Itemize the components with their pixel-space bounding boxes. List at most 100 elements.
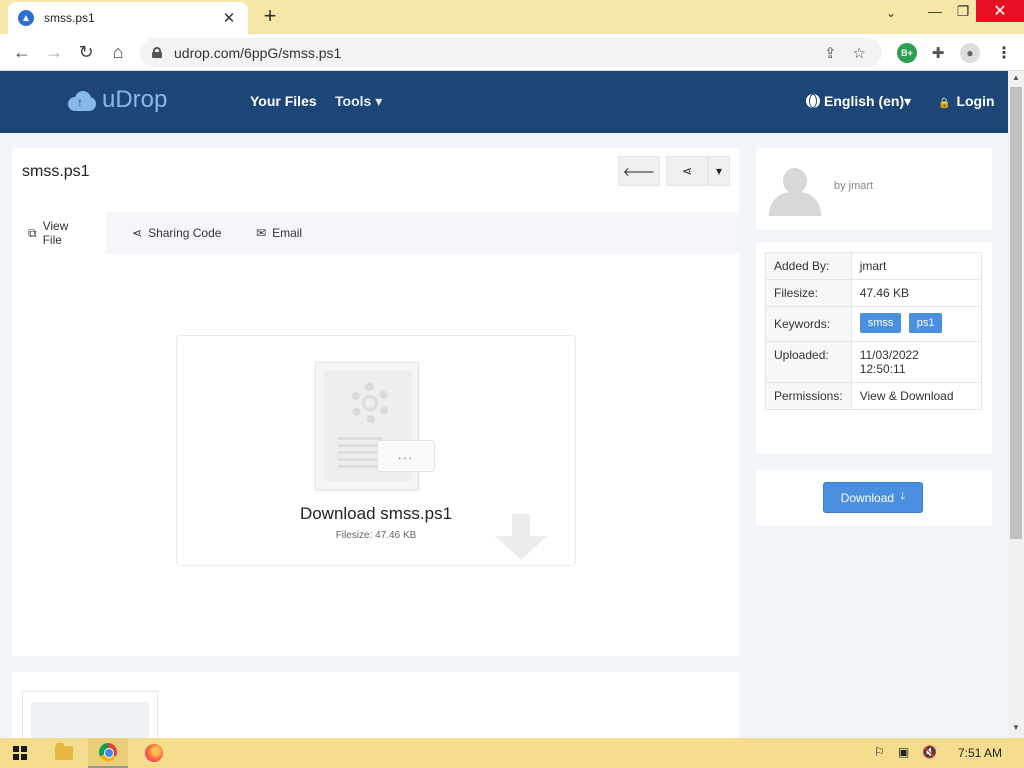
- caret-down-icon: ▾: [375, 93, 383, 109]
- keyword-tag[interactable]: ps1: [908, 313, 943, 333]
- nav-tools[interactable]: Tools ▾: [335, 93, 382, 110]
- udrop-favicon-icon: ▲: [18, 10, 34, 26]
- download-card: Download 🡓: [756, 470, 992, 526]
- uploaded-date: 11/03/2022: [859, 348, 919, 362]
- info-value: jmart: [850, 252, 983, 280]
- extension-badge-icon[interactable]: B+: [897, 43, 917, 63]
- profile-avatar-icon[interactable]: ●: [960, 43, 980, 63]
- info-label: Uploaded:: [765, 341, 852, 383]
- bookmark-star-icon[interactable]: ☆: [853, 44, 866, 62]
- folder-icon: [55, 743, 73, 760]
- info-value: 47.46 KB: [850, 279, 983, 307]
- page-scrollbar[interactable]: ▲ ▼: [1008, 71, 1024, 738]
- tab-label: Sharing Code: [148, 226, 222, 240]
- nav-tools-label: Tools: [335, 93, 372, 109]
- download-button[interactable]: Download 🡓: [823, 482, 923, 513]
- window-close-button[interactable]: ✕: [976, 0, 1024, 22]
- logo-text: uDrop: [102, 86, 168, 113]
- nav-language[interactable]: English (en)▾: [806, 93, 911, 110]
- uploader-card: by jmart: [756, 148, 992, 230]
- share-dropdown-button[interactable]: ▾: [708, 156, 730, 186]
- scroll-up-icon[interactable]: ▲: [1012, 73, 1020, 82]
- restore-button[interactable]: ❐: [950, 0, 976, 22]
- tab-title: smss.ps1: [44, 11, 95, 25]
- info-label: Keywords:: [765, 306, 852, 342]
- info-label: Added By:: [765, 252, 852, 280]
- flag-icon[interactable]: ⚐: [874, 745, 885, 759]
- share-icon: ⋖: [681, 164, 693, 178]
- tab-sharing-code[interactable]: ⋖ Sharing Code: [116, 212, 237, 254]
- info-keywords: smss ps1: [850, 306, 983, 342]
- file-card: smss.ps1 🡐 ⋖ ▾ ⧉ View File ⋖ Sharing Cod…: [12, 148, 739, 656]
- close-tab-icon[interactable]: ✕: [220, 9, 238, 27]
- start-button[interactable]: [0, 738, 40, 768]
- nav-login[interactable]: 🔒 Login: [938, 93, 995, 109]
- keyword-tag[interactable]: smss: [859, 313, 902, 333]
- minimize-button[interactable]: —: [920, 0, 950, 22]
- share-button[interactable]: ⋖: [666, 156, 708, 186]
- caret-down-icon: ▾: [904, 93, 912, 109]
- url-text[interactable]: udrop.com/6ppG/smss.ps1: [174, 45, 824, 61]
- firefox-icon: [145, 744, 163, 762]
- tab-search-chevron-icon[interactable]: ⌄: [886, 6, 896, 20]
- taskbar-chrome[interactable]: [88, 738, 128, 768]
- info-value: 11/03/2022 12:50:11: [850, 341, 983, 383]
- tab-email[interactable]: ✉ Email: [240, 212, 318, 254]
- tab-label: View File: [42, 219, 69, 247]
- arrow-left-icon: 🡐: [622, 164, 656, 179]
- file-tabs: ⧉ View File ⋖ Sharing Code ✉ Email: [12, 212, 739, 254]
- back-arrow-icon[interactable]: ←: [10, 40, 34, 64]
- home-icon[interactable]: ⌂: [106, 40, 130, 64]
- download-label: Download: [840, 490, 895, 505]
- file-title-bar: smss.ps1 🡐 ⋖ ▾: [12, 148, 739, 196]
- share-icon: ⋖: [132, 226, 143, 240]
- info-label: Filesize:: [765, 279, 852, 307]
- back-button[interactable]: 🡐: [618, 156, 660, 186]
- file-info-table: Added By: jmart Filesize: 47.46 KB Keywo…: [765, 252, 983, 410]
- menu-kebab-icon[interactable]: ⋮: [994, 43, 1014, 63]
- taskbar-firefox[interactable]: [134, 738, 174, 768]
- chrome-icon: [99, 743, 117, 761]
- lock-icon[interactable]: [152, 47, 162, 58]
- table-row: Filesize: 47.46 KB: [765, 279, 983, 307]
- related-files-card: [12, 672, 739, 752]
- browser-tabstrip: ▲ smss.ps1 ✕ + ⌄ — ❐ ✕: [0, 0, 1024, 34]
- download-preview-box[interactable]: ... Download smss.ps1 Filesize: 47.46 KB: [176, 335, 576, 566]
- cloud-upload-icon: ↑: [68, 89, 96, 111]
- preview-icon: ⧉: [28, 225, 37, 240]
- address-bar[interactable]: udrop.com/6ppG/smss.ps1 ⇪ ☆: [140, 38, 882, 67]
- udrop-logo[interactable]: ↑ uDrop: [68, 86, 167, 114]
- volume-muted-icon[interactable]: 🔇: [922, 745, 937, 759]
- network-icon[interactable]: ▣: [898, 745, 909, 759]
- nav-your-files[interactable]: Your Files: [250, 93, 317, 109]
- taskbar-file-explorer[interactable]: [44, 738, 84, 768]
- gear-icon: [350, 383, 390, 423]
- taskbar-clock[interactable]: 7:51 AM: [958, 746, 1002, 760]
- new-tab-button[interactable]: +: [258, 4, 282, 28]
- scroll-down-icon[interactable]: ▼: [1012, 723, 1020, 732]
- site-header: ↑ uDrop Your Files Tools ▾ English (en)▾…: [0, 71, 1008, 133]
- windows-taskbar: ⚐ ▣ 🔇 7:51 AM: [0, 738, 1024, 768]
- lock-icon: 🔒: [938, 98, 951, 109]
- browser-toolbar: ← → ↻ ⌂ udrop.com/6ppG/smss.ps1 ⇪ ☆ B+ ✚…: [0, 34, 1024, 71]
- envelope-icon: ✉: [256, 226, 267, 240]
- download-arrow-icon: 🡓: [900, 491, 906, 502]
- caret-down-icon: ▾: [715, 164, 723, 178]
- uploader-name[interactable]: by jmart: [834, 180, 873, 192]
- share-page-icon[interactable]: ⇪: [824, 44, 837, 62]
- forward-arrow-icon[interactable]: →: [42, 40, 66, 64]
- windows-logo-icon: [13, 746, 27, 760]
- ellipsis-icon: ...: [377, 440, 435, 472]
- info-label: Permissions:: [765, 382, 852, 410]
- tab-view-file[interactable]: ⧉ View File: [12, 212, 106, 254]
- scrollbar-thumb[interactable]: [1010, 87, 1022, 539]
- table-row: Keywords: smss ps1: [765, 306, 983, 342]
- table-row: Uploaded: 11/03/2022 12:50:11: [765, 341, 983, 383]
- file-info-card: Added By: jmart Filesize: 47.46 KB Keywo…: [756, 242, 992, 454]
- browser-tab[interactable]: ▲ smss.ps1 ✕: [8, 2, 248, 34]
- extensions-puzzle-icon[interactable]: ✚: [928, 43, 948, 63]
- download-arrow-icon: [495, 514, 549, 566]
- reload-icon[interactable]: ↻: [74, 40, 98, 64]
- info-value: View & Download: [850, 382, 983, 410]
- table-row: Permissions: View & Download: [765, 382, 983, 410]
